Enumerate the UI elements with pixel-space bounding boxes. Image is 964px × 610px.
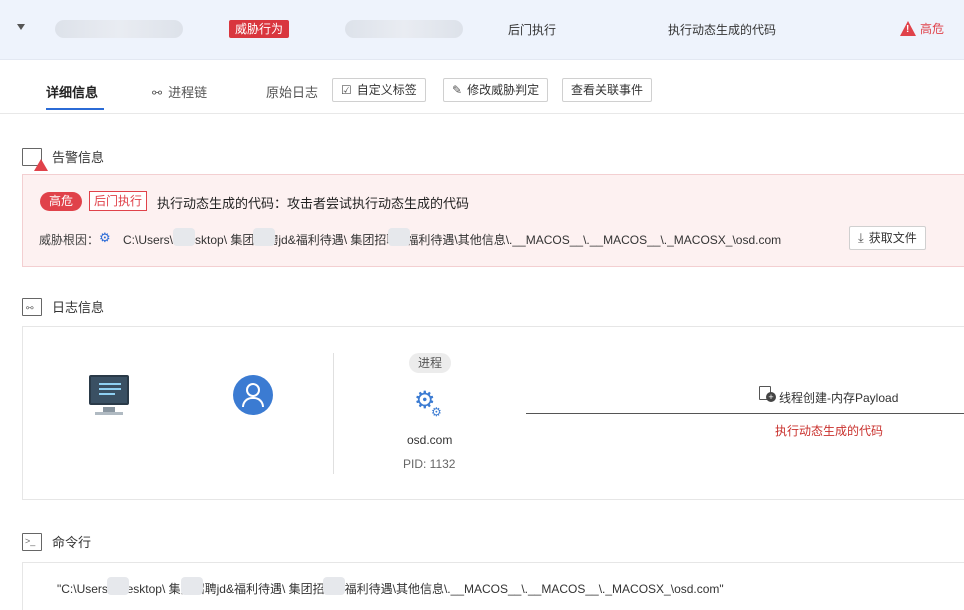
cmd-section-label: 命令行	[52, 535, 92, 550]
flow-event-label: 线程创建-内存Payload	[779, 391, 899, 405]
process-name: osd.com	[407, 433, 453, 447]
redacted-company	[253, 228, 275, 246]
threat-level-label: 高危	[920, 22, 945, 36]
cmd-section-title: >_ 命令行	[22, 532, 91, 551]
flow-connector-line	[526, 413, 964, 414]
get-file-label: 获取文件	[868, 231, 917, 245]
alert-section-title: 告警信息	[22, 147, 105, 171]
thread-create-icon	[759, 386, 776, 402]
redacted-username	[107, 577, 129, 595]
monitor-base	[95, 412, 123, 415]
redacted-username	[173, 228, 195, 246]
view-related-events-button[interactable]: 查看关联事件	[562, 78, 653, 102]
alert-description: 执行动态生成的代码：攻击者尝试执行动态生成的代码	[157, 196, 470, 211]
tab-raw-log[interactable]: 原始日志	[266, 82, 318, 101]
alert-category-tag: 后门执行	[89, 191, 148, 211]
log-section-label: 日志信息	[52, 300, 105, 315]
custom-tag-label: 自定义标签	[356, 83, 417, 97]
host-computer-icon[interactable]	[89, 375, 129, 405]
threat-type-tag: 威胁行为	[229, 20, 290, 38]
view-related-label: 查看关联事件	[571, 83, 644, 97]
alert-section-label: 告警信息	[52, 150, 105, 165]
process-gear-icon: ⚙	[99, 230, 111, 245]
log-section-title: ⚯ 日志信息	[22, 297, 104, 316]
warning-triangle-icon	[900, 21, 916, 36]
log-info-box: 进程 ⚙ ⚙ osd.com PID: 1132 线程创建-内存Payload …	[22, 326, 964, 500]
alert-monitor-icon	[22, 147, 48, 171]
custom-tag-button[interactable]: ☑ 自定义标签	[332, 78, 426, 102]
redacted-company	[388, 228, 410, 246]
threat-level: 高危	[900, 20, 944, 37]
threat-category: 后门执行	[508, 23, 557, 37]
download-icon: ⤓	[858, 230, 864, 245]
user-avatar-icon[interactable]	[233, 375, 273, 415]
terminal-icon: >_	[22, 532, 42, 551]
threat-row-header[interactable]: 威胁行为 后门执行 执行动态生成的代码 高危	[0, 0, 964, 60]
process-type-pill: 进程	[409, 353, 452, 373]
modify-verdict-label: 修改威胁判定	[467, 83, 540, 97]
alert-info-box: 高危 后门执行 执行动态生成的代码：攻击者尝试执行动态生成的代码 威胁根因： ⚙…	[22, 174, 964, 267]
root-cause-label: 威胁根因：	[39, 233, 100, 247]
edit-pencil-icon: ✎	[452, 83, 463, 97]
tab-process-chain-label: 进程链	[168, 85, 208, 100]
tag-icon: ☑	[341, 83, 352, 97]
root-cause-path: C:\Users\ \Desktop\ 集团招聘jd&福利待遇\ 集团招聘&福利…	[123, 233, 782, 247]
command-line-text: "C:\Users\ \Desktop\ 集团招聘jd&福利待遇\ 集团招聘&福…	[57, 582, 724, 596]
get-file-button[interactable]: ⤓ 获取文件	[849, 226, 926, 250]
small-gear-icon: ⚙	[431, 405, 442, 419]
threat-behavior: 执行动态生成的代码	[668, 23, 777, 37]
collapse-caret-icon[interactable]	[17, 24, 25, 30]
redacted-name	[345, 20, 463, 38]
alert-level-pill: 高危	[40, 192, 83, 211]
redacted-company	[323, 577, 345, 595]
modify-verdict-button[interactable]: ✎ 修改威胁判定	[443, 78, 549, 102]
active-tab-indicator	[46, 108, 104, 110]
log-tree-icon: ⚯	[22, 297, 42, 316]
process-chain-icon: ⚯	[152, 86, 163, 100]
tab-details[interactable]: 详细信息	[46, 82, 98, 101]
detail-tabs: 详细信息 ⚯ 进程链 原始日志 ☑ 自定义标签 ✎ 修改威胁判定 查看关联事件	[0, 68, 964, 114]
vertical-divider	[333, 353, 334, 474]
flow-event-detail: 执行动态生成的代码	[775, 424, 884, 438]
redacted-host	[55, 20, 183, 38]
redacted-company	[181, 577, 203, 595]
tab-process-chain[interactable]: ⚯ 进程链	[152, 82, 207, 101]
process-pid: PID: 1132	[403, 457, 456, 471]
command-line-box: "C:\Users\ \Desktop\ 集团招聘jd&福利待遇\ 集团招聘&福…	[22, 562, 964, 610]
